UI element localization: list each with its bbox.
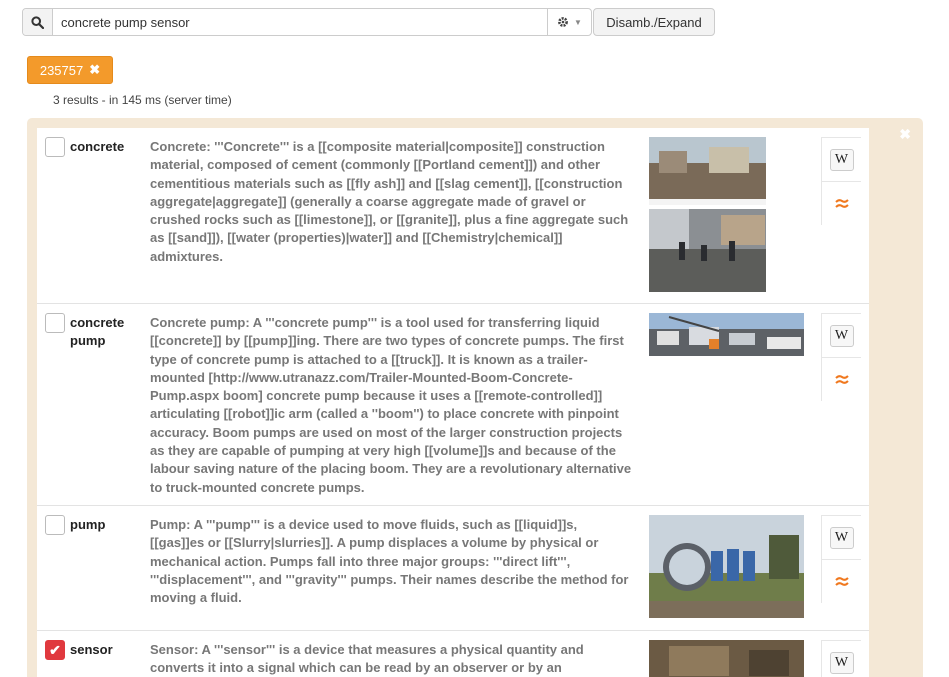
search-input[interactable] — [53, 9, 547, 35]
search-icon[interactable] — [23, 9, 53, 35]
wikipedia-button[interactable]: W — [822, 515, 861, 559]
result-row: concrete pump Concrete pump: A '''concre… — [37, 304, 869, 506]
freebase-icon — [834, 374, 849, 384]
wikipedia-icon: W — [829, 324, 854, 347]
result-row: concrete Concrete: '''Concrete''' is a [… — [37, 128, 869, 304]
result-term: sensor — [70, 642, 113, 657]
results-summary: 3 results - in 145 ms (server time) — [53, 93, 232, 107]
freebase-button[interactable] — [822, 357, 861, 401]
result-actions: W — [821, 313, 861, 401]
wikipedia-icon: W — [829, 651, 854, 674]
freebase-icon — [834, 198, 849, 208]
settings-dropdown-button[interactable]: ▼ — [547, 9, 591, 35]
result-checkbox-checked[interactable]: ✔ — [45, 640, 65, 660]
result-description: Pump: A '''pump''' is a device used to m… — [150, 517, 629, 606]
result-image — [649, 137, 766, 292]
freebase-icon — [834, 576, 849, 586]
result-row: pump Pump: A '''pump''' is a device used… — [37, 506, 869, 631]
result-image — [649, 313, 804, 356]
wikipedia-icon: W — [829, 148, 854, 171]
result-actions: W — [821, 137, 861, 225]
result-image — [649, 640, 804, 677]
result-actions: W — [821, 515, 861, 603]
filter-tag-label: 235757 — [39, 62, 84, 78]
result-checkbox[interactable] — [45, 313, 65, 333]
gear-icon — [558, 17, 568, 27]
result-checkbox[interactable] — [45, 515, 65, 535]
search-bar: ▼ — [22, 8, 592, 36]
wikipedia-button[interactable]: W — [822, 640, 861, 677]
result-actions: W — [821, 640, 861, 677]
chevron-down-icon: ▼ — [574, 17, 582, 27]
filter-tag[interactable]: 235757 ✖ — [27, 56, 113, 84]
close-icon[interactable]: ✖ — [899, 126, 911, 143]
result-description: Concrete pump: A '''concrete pump''' is … — [150, 315, 632, 495]
disamb-expand-button[interactable]: Disamb./Expand — [593, 8, 715, 36]
result-term: pump — [70, 517, 106, 532]
results-list: concrete Concrete: '''Concrete''' is a [… — [37, 128, 869, 677]
result-checkbox[interactable] — [45, 137, 65, 157]
results-panel: ✖ concrete Concrete: '''Concrete''' is a… — [27, 118, 923, 677]
result-description: Concrete: '''Concrete''' is a [[composit… — [150, 139, 629, 264]
result-term: concrete — [70, 139, 125, 154]
result-row: ✔ sensor Sensor: A '''sensor''' is a dev… — [37, 631, 869, 677]
freebase-button[interactable] — [822, 559, 861, 603]
close-icon[interactable]: ✖ — [89, 62, 100, 78]
result-description: Sensor: A '''sensor''' is a device that … — [150, 642, 584, 676]
result-term: concrete pump — [70, 315, 125, 348]
freebase-button[interactable] — [822, 181, 861, 225]
wikipedia-button[interactable]: W — [822, 137, 861, 181]
result-image — [649, 515, 804, 618]
wikipedia-button[interactable]: W — [822, 313, 861, 357]
wikipedia-icon: W — [829, 526, 854, 549]
